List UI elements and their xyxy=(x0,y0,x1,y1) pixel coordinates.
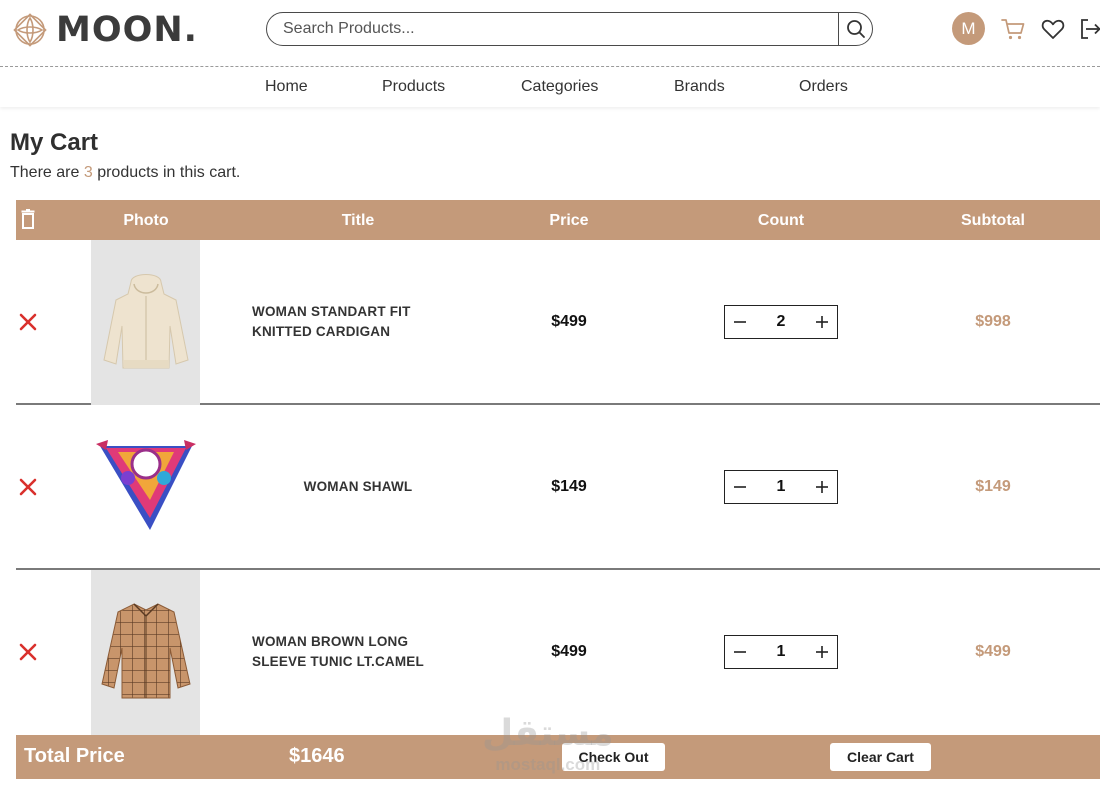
search-button[interactable] xyxy=(838,13,872,45)
clear-cart-button[interactable]: Clear Cart xyxy=(830,743,931,771)
nav-categories[interactable]: Categories xyxy=(521,78,598,96)
heart-icon xyxy=(1041,19,1065,39)
cart-count: 3 xyxy=(83,164,93,181)
close-icon xyxy=(19,643,37,661)
quantity-stepper: 1 xyxy=(724,635,838,669)
header-photo: Photo xyxy=(123,212,169,229)
quantity-value: 2 xyxy=(776,313,786,330)
increase-button[interactable] xyxy=(813,643,831,661)
shawl-image xyxy=(95,439,196,530)
product-title: WOMAN BROWN LONG SLEEVE TUNIC LT.CAMEL xyxy=(252,634,424,669)
nav-orders[interactable]: Orders xyxy=(799,78,848,96)
minus-icon xyxy=(734,651,746,653)
nav-home[interactable]: Home xyxy=(265,78,308,96)
main-nav: Home Products Categories Brands Orders xyxy=(0,67,1100,107)
table-row: WOMAN SHAWL $149 1 $149 xyxy=(16,405,1100,570)
table-row: WOMAN STANDART FIT KNITTED CARDIGAN $499… xyxy=(16,240,1100,405)
table-row: WOMAN BROWN LONG SLEEVE TUNIC LT.CAMEL $… xyxy=(16,570,1100,735)
minus-icon xyxy=(734,321,746,323)
site-header: MOON. M xyxy=(0,0,1100,67)
checkout-button[interactable]: Check Out xyxy=(562,743,665,771)
header-count: Count xyxy=(757,212,805,229)
cart-button[interactable] xyxy=(1000,16,1026,42)
cart-table-header: Photo Title Price Count Subtotal xyxy=(16,200,1100,240)
quantity-stepper: 1 xyxy=(724,470,838,504)
page-title: My Cart xyxy=(10,129,99,156)
summary-prefix: There are xyxy=(10,164,80,181)
quantity-value: 1 xyxy=(776,643,786,660)
plus-icon xyxy=(816,316,828,328)
product-subtotal: $499 xyxy=(975,643,1011,660)
trash-icon[interactable] xyxy=(21,209,35,234)
product-price: $499 xyxy=(551,313,587,330)
product-title: WOMAN STANDART FIT KNITTED CARDIGAN xyxy=(252,304,411,339)
search-bar xyxy=(266,12,873,46)
decrease-button[interactable] xyxy=(731,643,749,661)
increase-button[interactable] xyxy=(813,478,831,496)
product-title: WOMAN SHAWL xyxy=(303,479,413,494)
remove-item-button[interactable] xyxy=(18,477,38,497)
logout-icon xyxy=(1081,19,1100,39)
minus-icon xyxy=(734,486,746,488)
quantity-stepper: 2 xyxy=(724,305,838,339)
product-price: $149 xyxy=(551,478,587,495)
header-price: Price xyxy=(549,212,589,229)
nav-products[interactable]: Products xyxy=(382,78,445,96)
user-avatar[interactable]: M xyxy=(952,12,985,45)
cart-summary: There are 3 products in this cart. xyxy=(10,164,240,182)
search-input[interactable] xyxy=(267,13,838,45)
product-subtotal: $998 xyxy=(975,313,1011,330)
product-photo[interactable] xyxy=(91,570,200,735)
brand-name: MOON. xyxy=(56,10,198,50)
tunic-image xyxy=(100,602,191,698)
decrease-button[interactable] xyxy=(731,478,749,496)
remove-item-button[interactable] xyxy=(18,642,38,662)
summary-suffix: products in this cart. xyxy=(97,164,241,181)
increase-button[interactable] xyxy=(813,313,831,331)
plus-icon xyxy=(816,481,828,493)
product-photo[interactable] xyxy=(91,240,200,405)
product-price: $499 xyxy=(551,643,587,660)
wishlist-button[interactable] xyxy=(1040,16,1066,42)
search-icon xyxy=(846,20,865,38)
quantity-value: 1 xyxy=(776,478,786,495)
header-subtotal: Subtotal xyxy=(961,212,1025,229)
plus-icon xyxy=(816,646,828,658)
cart-icon xyxy=(1001,19,1025,40)
nav-brands[interactable]: Brands xyxy=(674,78,725,96)
logout-button[interactable] xyxy=(1078,16,1100,42)
header-title: Title xyxy=(341,212,375,229)
total-price-value: $1646 xyxy=(289,745,345,767)
close-icon xyxy=(19,313,37,331)
cardigan-image xyxy=(102,273,189,368)
product-subtotal: $149 xyxy=(975,478,1011,495)
decrease-button[interactable] xyxy=(731,313,749,331)
brand-logo[interactable]: MOON. xyxy=(10,10,198,50)
close-icon xyxy=(19,478,37,496)
total-price-label: Total Price xyxy=(24,745,125,767)
product-photo[interactable] xyxy=(91,405,200,570)
logo-icon xyxy=(13,13,47,47)
remove-item-button[interactable] xyxy=(18,312,38,332)
cart-footer: Total Price $1646 Check Out Clear Cart xyxy=(16,735,1100,779)
